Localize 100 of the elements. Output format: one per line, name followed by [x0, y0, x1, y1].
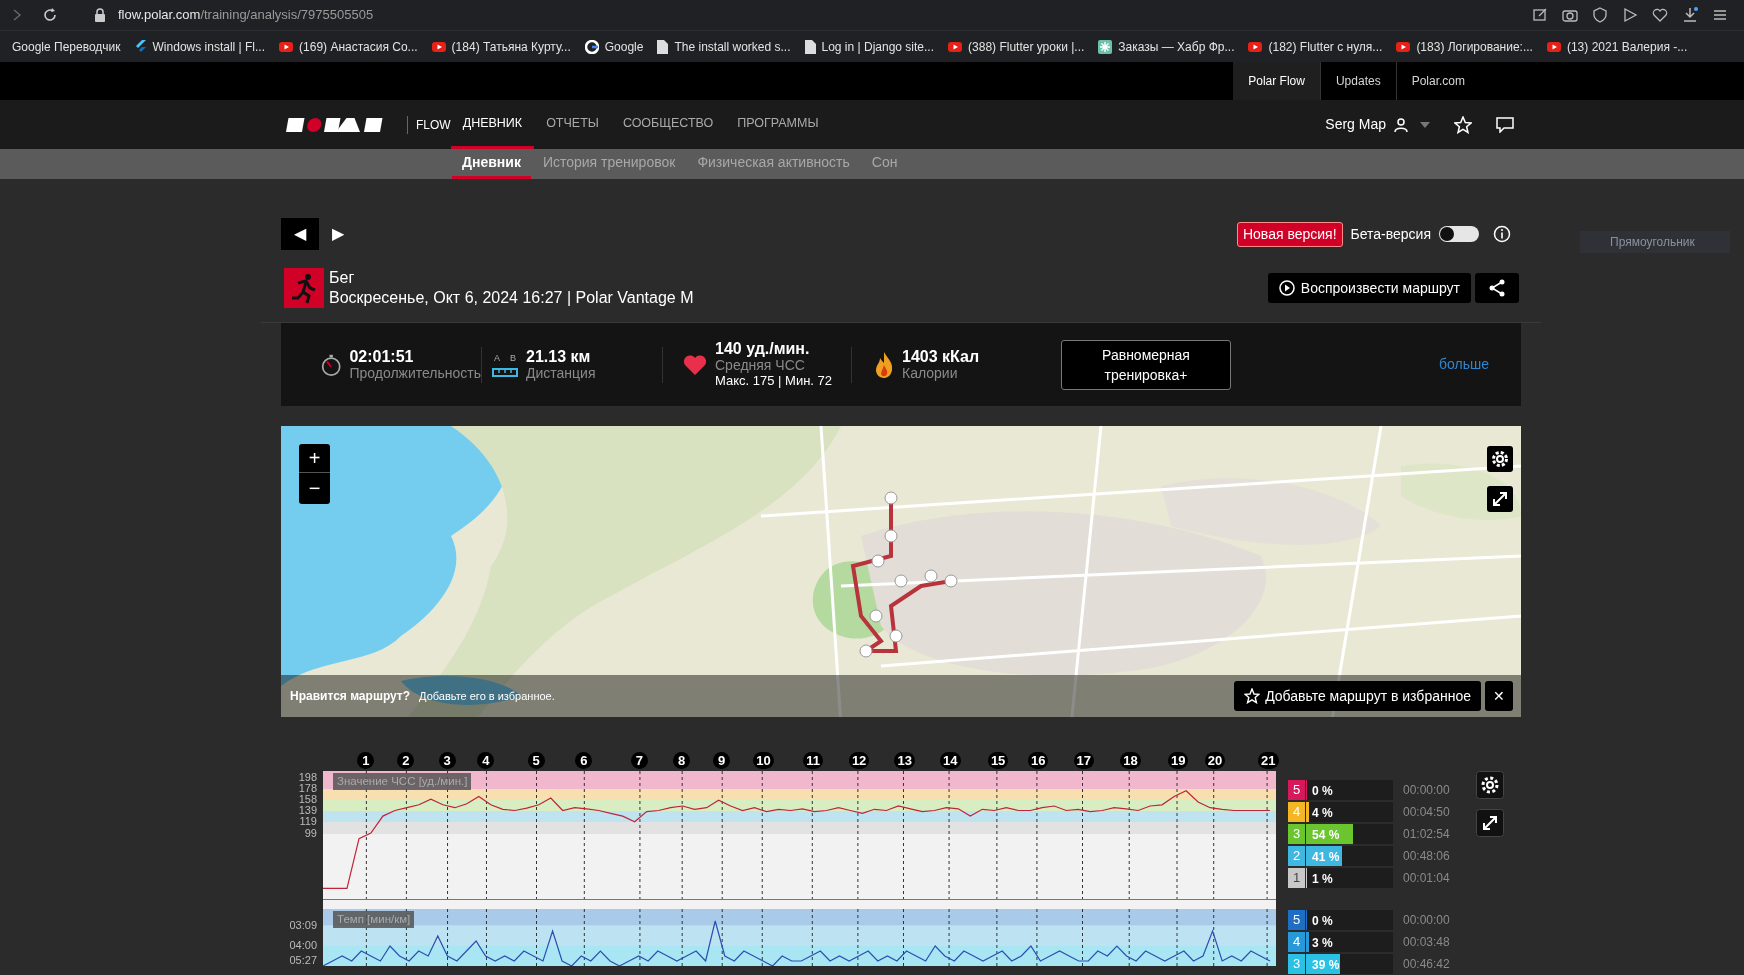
ruler-icon — [492, 367, 518, 377]
bookmark-link[interactable]: Заказы — Хабр Фр... — [1118, 37, 1235, 56]
zone-time: 00:48:06 — [1403, 848, 1450, 865]
zoom-out-button[interactable]: − — [299, 473, 330, 502]
bookmark-link[interactable]: Google — [604, 37, 644, 56]
lap-marker[interactable]: 14 — [940, 752, 961, 769]
lap-marker[interactable]: 18 — [1120, 752, 1141, 769]
lap-marker[interactable]: 6 — [575, 752, 593, 769]
close-button[interactable]: ✕ — [1485, 681, 1513, 711]
message-icon[interactable] — [1496, 116, 1514, 133]
zone-number: 1 — [1288, 868, 1305, 888]
lap-marker[interactable]: 9 — [713, 752, 731, 769]
nav-tab[interactable]: СООБЩЕСТВО — [610, 100, 726, 149]
chart-title: Темп [мин/км] — [333, 911, 415, 929]
zone-percent: 4 % — [1312, 805, 1333, 822]
nav-tab[interactable]: ОТЧЕТЫ — [534, 100, 611, 149]
zone-number: 5 — [1288, 780, 1305, 800]
zone-percent: 39 % — [1312, 957, 1340, 974]
training-benefit-button[interactable]: Равномерная тренировка+ — [1061, 339, 1231, 390]
previous-button[interactable]: ◀ — [281, 218, 319, 250]
axis-tick-label: 139 — [298, 805, 317, 817]
lap-marker[interactable]: 13 — [894, 752, 915, 769]
share-icon[interactable] — [1475, 273, 1519, 303]
bookmark-link[interactable]: Google Переводчик — [12, 37, 121, 56]
play-icon[interactable] — [1622, 7, 1638, 23]
share-icon[interactable] — [1532, 7, 1548, 23]
info-icon[interactable] — [1493, 225, 1511, 243]
zone-time: 00:03:48 — [1403, 934, 1450, 951]
star-burst-icon — [1098, 39, 1113, 54]
more-link[interactable]: больше — [1439, 354, 1489, 375]
caret-icon[interactable] — [1420, 121, 1430, 128]
bookmark-link[interactable]: (169) Анастасия Со... — [299, 37, 418, 56]
user-icon[interactable] — [1394, 117, 1408, 132]
shield-icon[interactable] — [1592, 7, 1608, 23]
reload-icon[interactable] — [42, 7, 58, 23]
play-icon — [1278, 280, 1295, 296]
zone-time: 00:04:50 — [1403, 804, 1450, 821]
lap-marker[interactable]: 7 — [630, 752, 648, 769]
bookmark-link[interactable]: (182) Flutter с нуля... — [1268, 37, 1383, 56]
heart-icon[interactable] — [1652, 7, 1668, 23]
site-tab[interactable]: Polar Flow — [1233, 62, 1320, 100]
bookmark-link[interactable]: (184) Татьяна Курту... — [451, 37, 571, 56]
zone-time: 00:01:04 — [1403, 870, 1450, 887]
stat-value: 21.13 км — [526, 348, 592, 365]
zoom-in-button[interactable]: + — [299, 444, 330, 473]
lap-marker[interactable]: 11 — [803, 752, 824, 769]
next-button[interactable]: ▶ — [319, 218, 357, 250]
download-icon[interactable] — [1682, 7, 1698, 23]
expand-icon[interactable] — [1487, 486, 1513, 512]
lap-marker[interactable]: 10 — [753, 752, 774, 769]
stat-label: Калории — [902, 364, 959, 381]
forward-icon[interactable] — [12, 8, 22, 22]
zone-number: 5 — [1288, 910, 1305, 930]
zone-time: 00:00:00 — [1403, 782, 1450, 799]
lap-marker[interactable]: 20 — [1204, 752, 1226, 769]
menu-icon[interactable] — [1712, 7, 1728, 23]
zone-number: 4 — [1288, 802, 1305, 822]
bookmark-link[interactable]: (183) Логирование:... — [1416, 37, 1533, 56]
lap-marker[interactable]: 5 — [527, 752, 545, 769]
session-details: Воскресенье, Окт 6, 2024 16:27 | Polar Vantage M — [329, 288, 694, 308]
lap-marker[interactable]: 19 — [1168, 752, 1189, 769]
flame-icon — [874, 350, 894, 379]
zone-number: 3 — [1288, 954, 1305, 974]
lap-marker[interactable]: 2 — [397, 752, 415, 769]
lap-marker[interactable]: 3 — [438, 752, 456, 769]
settings-icon[interactable] — [1487, 446, 1513, 472]
lap-marker[interactable]: 15 — [987, 752, 1009, 769]
lap-marker[interactable]: 8 — [673, 752, 691, 769]
running-icon — [284, 268, 324, 308]
axis-tick-label: 119 — [299, 816, 317, 828]
user-name[interactable]: Serg Map — [1325, 114, 1386, 135]
zone-time: 01:02:54 — [1403, 826, 1450, 843]
bookmark-link[interactable]: (388) Flutter уроки |... — [968, 37, 1085, 56]
beta-toggle[interactable] — [1439, 226, 1479, 242]
replay-route-button[interactable]: Воспроизвести маршрут — [1267, 273, 1471, 303]
zone-number: 2 — [1288, 846, 1305, 866]
youtube-icon — [1248, 41, 1263, 52]
lap-marker[interactable]: 17 — [1073, 752, 1094, 769]
lap-marker[interactable]: 1 — [357, 752, 375, 769]
lap-marker[interactable]: 4 — [477, 752, 495, 769]
subnav-tab[interactable]: Дневник — [452, 149, 531, 179]
zone-percent: 0 % — [1312, 913, 1333, 930]
add-favorite-button[interactable]: Добавьте маршрут в избранное — [1234, 681, 1481, 711]
lock-icon — [94, 8, 106, 22]
bookmark-link[interactable]: Log in | Django site... — [821, 37, 935, 56]
settings-icon[interactable] — [1476, 771, 1504, 799]
bookmark-link[interactable]: Windows install | Fl... — [152, 37, 266, 56]
address-field[interactable]: flow.polar.com/training/analysis/7975505505 — [118, 5, 374, 25]
camera-icon[interactable] — [1562, 7, 1578, 23]
new-version-badge: Новая версия! — [1236, 221, 1343, 247]
stat-value: 140 уд./мин. — [715, 340, 811, 357]
expand-icon[interactable] — [1476, 809, 1504, 837]
lap-marker[interactable]: 21 — [1258, 752, 1279, 769]
lap-marker[interactable]: 12 — [848, 752, 870, 769]
bookmark-link[interactable]: (13) 2021 Валерия -... — [1566, 37, 1688, 56]
nav-tab[interactable]: ПРОГРАММЫ — [725, 100, 831, 149]
bookmark-link[interactable]: The install worked s... — [674, 37, 791, 56]
axis-tick-label: 178 — [298, 783, 317, 795]
lap-marker[interactable]: 16 — [1027, 752, 1049, 769]
star-icon[interactable] — [1454, 115, 1472, 134]
